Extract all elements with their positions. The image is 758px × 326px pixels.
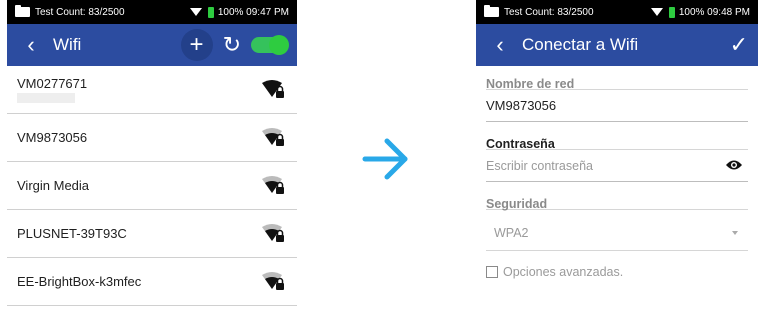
redacted-detail	[17, 93, 75, 103]
checkbox-icon	[486, 266, 498, 278]
wifi-signal-locked-icon	[261, 175, 287, 197]
folder-icon	[484, 5, 499, 17]
network-name: VM9873056	[17, 130, 88, 145]
arrow-right-icon	[361, 133, 413, 190]
security-select[interactable]: WPA2	[486, 216, 748, 251]
chevron-down-icon	[732, 231, 738, 235]
wifi-list-screen: Test Count: 83/2500 100% 09:47 PM ‹ Wifi…	[7, 0, 297, 326]
list-item[interactable]: VM9873056	[7, 114, 297, 162]
connect-form: Nombre de red VM9873056 Contraseña Escri…	[476, 66, 758, 279]
toggle-knob	[269, 35, 289, 55]
wifi-network-list: VM0277671 VM9873056 Virgin Media PLUSNET…	[7, 66, 297, 306]
wifi-signal-locked-icon	[261, 223, 287, 245]
network-name: EE-BrightBox-k3mfec	[17, 274, 142, 289]
refresh-icon[interactable]: ↻	[223, 34, 241, 56]
wifi-status-icon	[189, 8, 202, 16]
battery-time: 100% 09:47 PM	[217, 6, 289, 18]
password-label: Contraseña	[486, 126, 748, 151]
page-title: Wifi	[53, 35, 82, 54]
status-bar: Test Count: 83/2500 100% 09:47 PM	[7, 0, 297, 24]
network-name-field[interactable]: VM9873056	[486, 90, 748, 122]
wifi-signal-locked-icon	[261, 127, 287, 149]
battery-icon	[207, 6, 214, 18]
network-name: PLUSNET-39T93C	[17, 226, 127, 241]
wifi-signal-locked-icon	[261, 271, 287, 293]
advanced-options-label: Opciones avanzadas.	[503, 265, 624, 279]
network-name: VM0277671	[17, 76, 88, 91]
eye-icon[interactable]	[726, 159, 742, 174]
wifi-signal-locked-icon	[261, 79, 287, 101]
network-name-label: Nombre de red	[486, 66, 748, 91]
list-item[interactable]: Virgin Media	[7, 162, 297, 210]
test-count: Test Count: 83/2500	[35, 6, 125, 18]
page-title: Conectar a Wifi	[522, 35, 639, 54]
battery-icon	[668, 6, 675, 18]
plus-icon[interactable]: +	[180, 29, 213, 61]
list-item[interactable]: PLUSNET-39T93C	[7, 210, 297, 258]
list-item[interactable]: VM0277671	[7, 66, 297, 114]
advanced-options-checkbox[interactable]: Opciones avanzadas.	[486, 265, 748, 279]
battery-time: 100% 09:48 PM	[678, 6, 750, 18]
wifi-toggle[interactable]	[251, 35, 289, 55]
security-value: WPA2	[494, 226, 529, 240]
chevron-left-icon[interactable]: ‹	[17, 34, 45, 56]
network-name: Virgin Media	[17, 178, 90, 193]
password-field[interactable]: Escribir contraseña	[486, 150, 748, 182]
security-label: Seguridad	[486, 186, 748, 211]
password-placeholder: Escribir contraseña	[486, 158, 593, 173]
status-bar: Test Count: 83/2500 100% 09:48 PM	[476, 0, 758, 24]
app-bar: ‹ Conectar a Wifi ✓	[476, 24, 758, 66]
connect-wifi-screen: Test Count: 83/2500 100% 09:48 PM ‹ Cone…	[476, 0, 758, 326]
list-item[interactable]: EE-BrightBox-k3mfec	[7, 258, 297, 306]
check-icon[interactable]: ✓	[730, 34, 748, 56]
test-count: Test Count: 83/2500	[504, 6, 594, 18]
folder-icon	[15, 5, 30, 17]
chevron-left-icon[interactable]: ‹	[486, 34, 514, 56]
wifi-status-icon	[650, 8, 663, 16]
app-bar: ‹ Wifi + ↻	[7, 24, 297, 66]
